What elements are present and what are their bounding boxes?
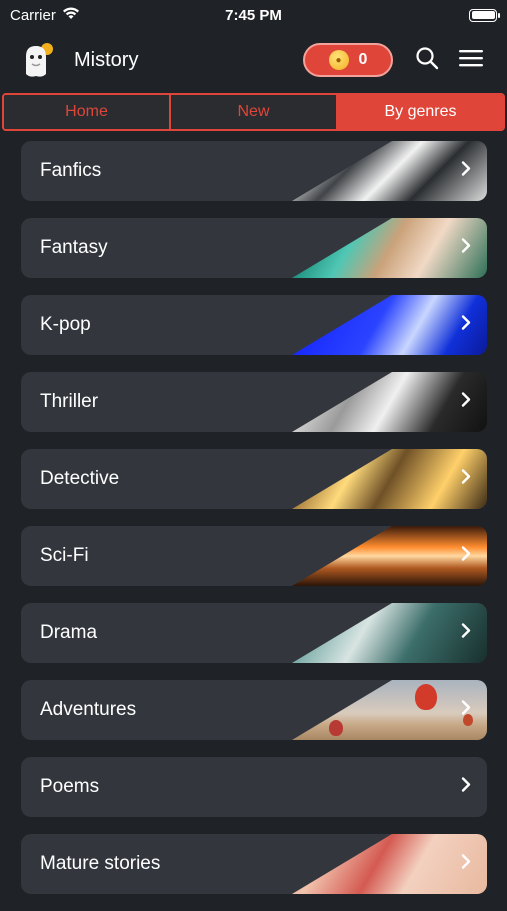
- status-bar: Carrier 7:45 PM: [0, 0, 507, 30]
- genre-item-detective[interactable]: Detective: [21, 449, 487, 509]
- genre-label: Detective: [40, 468, 120, 489]
- chevron-right-icon: [461, 777, 471, 798]
- scifi-cover-image: [292, 526, 487, 586]
- genre-list: Fanfics Fantasy K-pop Thriller Detective…: [21, 141, 487, 911]
- chevron-right-icon: [461, 392, 471, 413]
- genre-item-kpop[interactable]: K-pop: [21, 295, 487, 355]
- kpop-cover-image: [292, 295, 487, 355]
- genre-label: Adventures: [40, 699, 137, 720]
- chevron-right-icon: [461, 700, 471, 721]
- genre-item-thriller[interactable]: Thriller: [21, 372, 487, 432]
- app-title: Mistory: [74, 48, 139, 71]
- detective-cover-image: [292, 449, 487, 509]
- genre-item-drama[interactable]: Drama: [21, 603, 487, 663]
- tab-by-genres[interactable]: By genres: [336, 95, 503, 129]
- adventures-cover-image: [292, 680, 487, 740]
- genre-label: Thriller: [40, 391, 99, 412]
- tab-bar: Home New By genres: [2, 93, 505, 131]
- genre-item-poems[interactable]: Poems: [21, 757, 487, 817]
- genre-label: Poems: [40, 776, 100, 797]
- carrier-label: Carrier: [10, 6, 56, 24]
- search-icon: [415, 46, 439, 75]
- wifi-icon: [62, 6, 80, 24]
- tab-new[interactable]: New: [169, 95, 336, 129]
- genre-label: Fanfics: [40, 160, 102, 181]
- chevron-right-icon: [461, 623, 471, 644]
- genre-label: Fantasy: [40, 237, 108, 258]
- chevron-right-icon: [461, 315, 471, 336]
- genre-item-sci-fi[interactable]: Sci-Fi: [21, 526, 487, 586]
- genre-item-fantasy[interactable]: Fantasy: [21, 218, 487, 278]
- menu-button[interactable]: [455, 44, 487, 76]
- tab-home[interactable]: Home: [4, 95, 169, 129]
- genre-item-adventures[interactable]: Adventures: [21, 680, 487, 740]
- menu-icon: [458, 48, 484, 73]
- app-header: Mistory ● 0: [0, 30, 507, 90]
- coin-balance-button[interactable]: ● 0: [303, 43, 393, 77]
- battery-icon: [469, 8, 500, 22]
- drama-cover-image: [292, 603, 487, 663]
- genre-item-mature-stories[interactable]: Mature stories: [21, 834, 487, 894]
- genre-label: Mature stories: [40, 853, 161, 874]
- mature-cover-image: [292, 834, 487, 894]
- coin-icon: ●: [328, 50, 349, 70]
- genre-label: K-pop: [40, 314, 91, 335]
- chevron-right-icon: [461, 161, 471, 182]
- mascot-logo-icon: [20, 40, 56, 80]
- search-button[interactable]: [411, 44, 443, 76]
- chevron-right-icon: [461, 469, 471, 490]
- genre-label: Sci-Fi: [40, 545, 89, 566]
- chevron-right-icon: [461, 854, 471, 875]
- genre-label: Drama: [40, 622, 98, 643]
- status-left: Carrier: [10, 6, 80, 24]
- genre-item-fanfics[interactable]: Fanfics: [21, 141, 487, 201]
- fanfics-cover-image: [292, 141, 487, 201]
- chevron-right-icon: [461, 238, 471, 259]
- thriller-cover-image: [292, 372, 487, 432]
- chevron-right-icon: [461, 546, 471, 567]
- fantasy-cover-image: [292, 218, 487, 278]
- coin-count: 0: [358, 51, 368, 68]
